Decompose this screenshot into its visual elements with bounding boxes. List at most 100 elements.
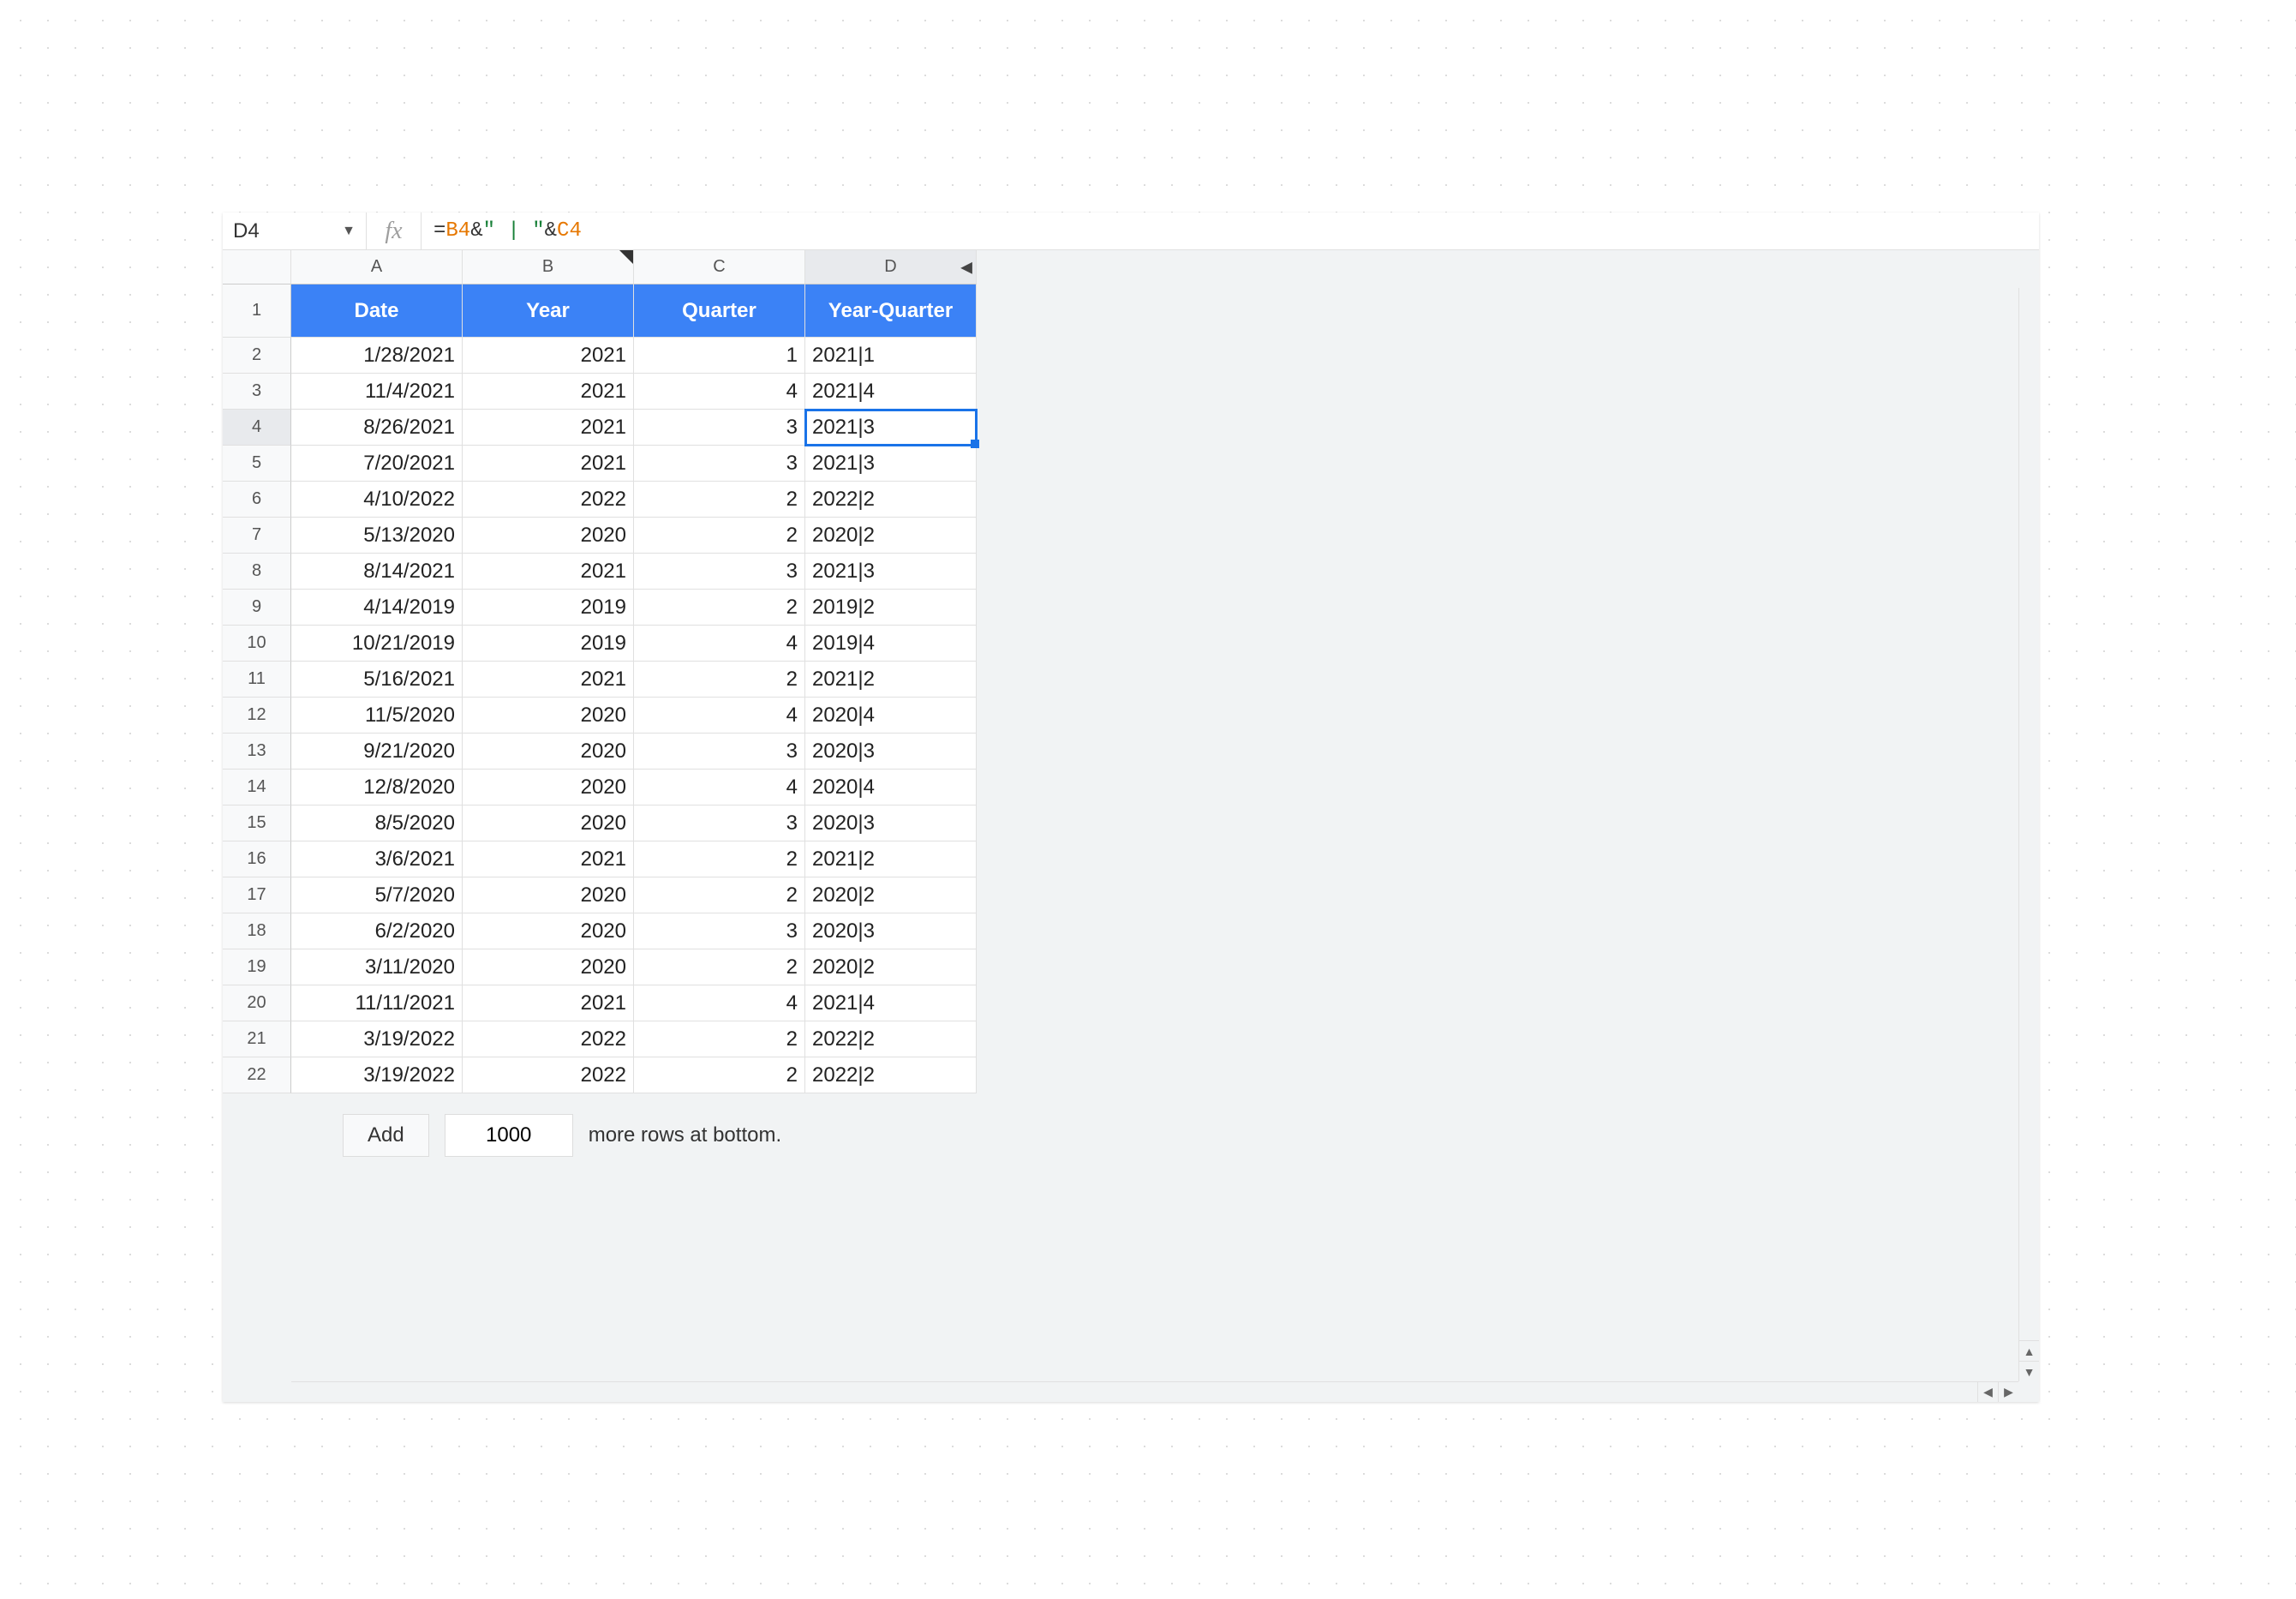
cell-A12[interactable]: 11/5/2020 <box>291 698 463 734</box>
row-header-13[interactable]: 13 <box>223 734 291 770</box>
cell-C6[interactable]: 2 <box>634 482 805 518</box>
cell-C12[interactable]: 4 <box>634 698 805 734</box>
cell-C13[interactable]: 3 <box>634 734 805 770</box>
cell-D11[interactable]: 2021|2 <box>805 662 977 698</box>
cell-A8[interactable]: 8/14/2021 <box>291 554 463 590</box>
row-header-18[interactable]: 18 <box>223 913 291 949</box>
cell-C14[interactable]: 4 <box>634 770 805 805</box>
add-rows-input[interactable] <box>445 1114 573 1157</box>
row-header-21[interactable]: 21 <box>223 1021 291 1057</box>
cell-D18[interactable]: 2020|3 <box>805 913 977 949</box>
cell-A22[interactable]: 3/19/2022 <box>291 1057 463 1093</box>
cell-D21[interactable]: 2022|2 <box>805 1021 977 1057</box>
cell-C7[interactable]: 2 <box>634 518 805 554</box>
cell-C2[interactable]: 1 <box>634 338 805 374</box>
cell-D8[interactable]: 2021|3 <box>805 554 977 590</box>
cell-C11[interactable]: 2 <box>634 662 805 698</box>
cell-B2[interactable]: 2021 <box>463 338 634 374</box>
cell-A10[interactable]: 10/21/2019 <box>291 626 463 662</box>
cell-D5[interactable]: 2021|3 <box>805 446 977 482</box>
cell-D19[interactable]: 2020|2 <box>805 949 977 985</box>
cell-A20[interactable]: 11/11/2021 <box>291 985 463 1021</box>
row-header-19[interactable]: 19 <box>223 949 291 985</box>
row-header-12[interactable]: 12 <box>223 698 291 734</box>
chevron-down-icon[interactable]: ▼ <box>342 224 356 239</box>
cell-B10[interactable]: 2019 <box>463 626 634 662</box>
row-header-4[interactable]: 4 <box>223 410 291 446</box>
cell-D9[interactable]: 2019|2 <box>805 590 977 626</box>
cell-B1[interactable]: Year <box>463 284 634 338</box>
cell-B7[interactable]: 2020 <box>463 518 634 554</box>
cell-B8[interactable]: 2021 <box>463 554 634 590</box>
cell-A3[interactable]: 11/4/2021 <box>291 374 463 410</box>
cell-A9[interactable]: 4/14/2019 <box>291 590 463 626</box>
name-box[interactable]: D4 ▼ <box>223 213 367 249</box>
cell-A6[interactable]: 4/10/2022 <box>291 482 463 518</box>
cell-D1[interactable]: Year-Quarter <box>805 284 977 338</box>
cell-B22[interactable]: 2022 <box>463 1057 634 1093</box>
cell-A7[interactable]: 5/13/2020 <box>291 518 463 554</box>
cell-A16[interactable]: 3/6/2021 <box>291 841 463 877</box>
cell-D16[interactable]: 2021|2 <box>805 841 977 877</box>
cell-C10[interactable]: 4 <box>634 626 805 662</box>
formula-input[interactable]: =B4&" | "&C4 <box>422 213 2039 249</box>
row-header-17[interactable]: 17 <box>223 877 291 913</box>
cell-D4[interactable]: 2021|3 <box>805 410 977 446</box>
select-all-corner[interactable] <box>223 250 291 284</box>
vertical-scrollbar[interactable]: ▲ ▼ <box>2018 288 2039 1381</box>
horizontal-scrollbar[interactable]: ◀ ▶ <box>291 1381 2018 1402</box>
cell-B6[interactable]: 2022 <box>463 482 634 518</box>
row-header-20[interactable]: 20 <box>223 985 291 1021</box>
row-header-5[interactable]: 5 <box>223 446 291 482</box>
cell-C22[interactable]: 2 <box>634 1057 805 1093</box>
cell-C20[interactable]: 4 <box>634 985 805 1021</box>
row-header-3[interactable]: 3 <box>223 374 291 410</box>
cell-C17[interactable]: 2 <box>634 877 805 913</box>
cell-A21[interactable]: 3/19/2022 <box>291 1021 463 1057</box>
cell-D14[interactable]: 2020|4 <box>805 770 977 805</box>
cell-D13[interactable]: 2020|3 <box>805 734 977 770</box>
cell-C9[interactable]: 2 <box>634 590 805 626</box>
cell-B20[interactable]: 2021 <box>463 985 634 1021</box>
col-header-C[interactable]: C <box>634 250 805 284</box>
cell-B13[interactable]: 2020 <box>463 734 634 770</box>
cell-A13[interactable]: 9/21/2020 <box>291 734 463 770</box>
cell-D2[interactable]: 2021|1 <box>805 338 977 374</box>
cell-D12[interactable]: 2020|4 <box>805 698 977 734</box>
cell-D7[interactable]: 2020|2 <box>805 518 977 554</box>
col-header-A[interactable]: A <box>291 250 463 284</box>
cell-B12[interactable]: 2020 <box>463 698 634 734</box>
cell-C21[interactable]: 2 <box>634 1021 805 1057</box>
cell-B18[interactable]: 2020 <box>463 913 634 949</box>
cell-C18[interactable]: 3 <box>634 913 805 949</box>
cell-A11[interactable]: 5/16/2021 <box>291 662 463 698</box>
row-header-14[interactable]: 14 <box>223 770 291 805</box>
row-header-1[interactable]: 1 <box>223 284 291 338</box>
row-header-8[interactable]: 8 <box>223 554 291 590</box>
cell-D17[interactable]: 2020|2 <box>805 877 977 913</box>
cell-C16[interactable]: 2 <box>634 841 805 877</box>
cell-B19[interactable]: 2020 <box>463 949 634 985</box>
scroll-left-icon[interactable]: ◀ <box>1977 1382 1998 1402</box>
cell-A17[interactable]: 5/7/2020 <box>291 877 463 913</box>
cell-A4[interactable]: 8/26/2021 <box>291 410 463 446</box>
cell-D15[interactable]: 2020|3 <box>805 805 977 841</box>
row-header-11[interactable]: 11 <box>223 662 291 698</box>
cell-A19[interactable]: 3/11/2020 <box>291 949 463 985</box>
cell-A1[interactable]: Date <box>291 284 463 338</box>
col-header-B[interactable]: B <box>463 250 634 284</box>
cell-D22[interactable]: 2022|2 <box>805 1057 977 1093</box>
cell-C5[interactable]: 3 <box>634 446 805 482</box>
row-header-16[interactable]: 16 <box>223 841 291 877</box>
cell-B3[interactable]: 2021 <box>463 374 634 410</box>
cell-A2[interactable]: 1/28/2021 <box>291 338 463 374</box>
row-header-9[interactable]: 9 <box>223 590 291 626</box>
cell-A18[interactable]: 6/2/2020 <box>291 913 463 949</box>
row-header-22[interactable]: 22 <box>223 1057 291 1093</box>
add-rows-button[interactable]: Add <box>343 1114 429 1157</box>
cell-C19[interactable]: 2 <box>634 949 805 985</box>
fx-icon[interactable]: fx <box>367 213 422 249</box>
cell-B16[interactable]: 2021 <box>463 841 634 877</box>
cell-B15[interactable]: 2020 <box>463 805 634 841</box>
cell-B17[interactable]: 2020 <box>463 877 634 913</box>
